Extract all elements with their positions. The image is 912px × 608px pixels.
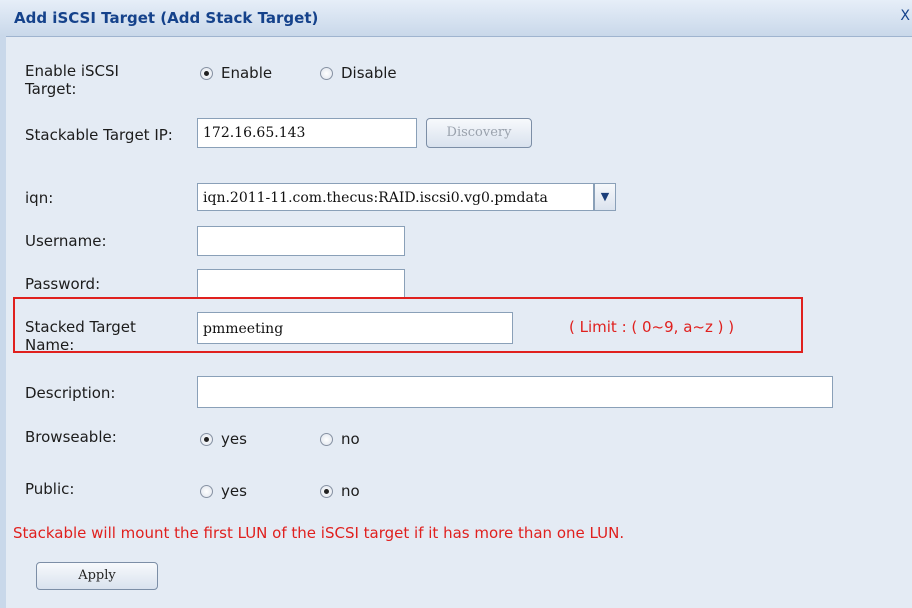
iqn-select[interactable]: iqn.2011-11.com.thecus:RAID.iscsi0.vg0.p… bbox=[197, 183, 594, 211]
browseable-yes-label: yes bbox=[221, 430, 247, 448]
dialog-left-border bbox=[0, 36, 6, 608]
enable-radio[interactable]: Enable bbox=[200, 64, 272, 82]
stackable-notice: Stackable will mount the first LUN of th… bbox=[13, 524, 625, 542]
browseable-no-radio[interactable]: no bbox=[320, 430, 360, 448]
stackable-ip-input[interactable]: 172.16.65.143 bbox=[197, 118, 417, 148]
public-no-radio[interactable]: no bbox=[320, 482, 360, 500]
browseable-yes-radio[interactable]: yes bbox=[200, 430, 247, 448]
description-input[interactable] bbox=[197, 376, 833, 408]
browseable-no-label: no bbox=[341, 430, 360, 448]
browseable-no-icon[interactable] bbox=[320, 432, 333, 446]
limit-hint: ( Limit : ( 0~9, a~z ) ) bbox=[569, 318, 735, 336]
stacked-name-input[interactable]: pmmeeting bbox=[197, 312, 513, 344]
public-no-icon[interactable] bbox=[320, 484, 333, 498]
close-icon[interactable]: X bbox=[900, 8, 910, 24]
apply-button[interactable]: Apply bbox=[36, 562, 158, 590]
enable-radio-label: Enable bbox=[221, 64, 273, 82]
description-label: Description: bbox=[25, 384, 116, 402]
stacked-name-label: Stacked Target Name: bbox=[25, 318, 136, 354]
password-input[interactable] bbox=[197, 269, 405, 299]
dialog-titlebar: Add iSCSI Target (Add Stack Target) X bbox=[0, 0, 912, 37]
password-label: Password: bbox=[25, 275, 101, 293]
public-yes-radio[interactable]: yes bbox=[200, 482, 247, 500]
chevron-down-icon[interactable]: ▼ bbox=[594, 183, 616, 211]
enable-radio-icon[interactable] bbox=[200, 66, 213, 80]
public-yes-icon[interactable] bbox=[200, 484, 213, 498]
dialog-title: Add iSCSI Target (Add Stack Target) bbox=[14, 9, 319, 27]
username-input[interactable] bbox=[197, 226, 405, 256]
public-label: Public: bbox=[25, 480, 75, 498]
iqn-label: iqn: bbox=[25, 189, 54, 207]
discovery-button[interactable]: Discovery bbox=[426, 118, 532, 148]
disable-radio-label: Disable bbox=[341, 64, 397, 82]
browseable-yes-icon[interactable] bbox=[200, 432, 213, 446]
enable-target-label: Enable iSCSI Target: bbox=[25, 62, 119, 98]
public-yes-label: yes bbox=[221, 482, 247, 500]
public-no-label: no bbox=[341, 482, 360, 500]
disable-radio[interactable]: Disable bbox=[320, 64, 397, 82]
username-label: Username: bbox=[25, 232, 107, 250]
disable-radio-icon[interactable] bbox=[320, 66, 333, 80]
stackable-ip-label: Stackable Target IP: bbox=[25, 126, 173, 144]
browseable-label: Browseable: bbox=[25, 428, 117, 446]
